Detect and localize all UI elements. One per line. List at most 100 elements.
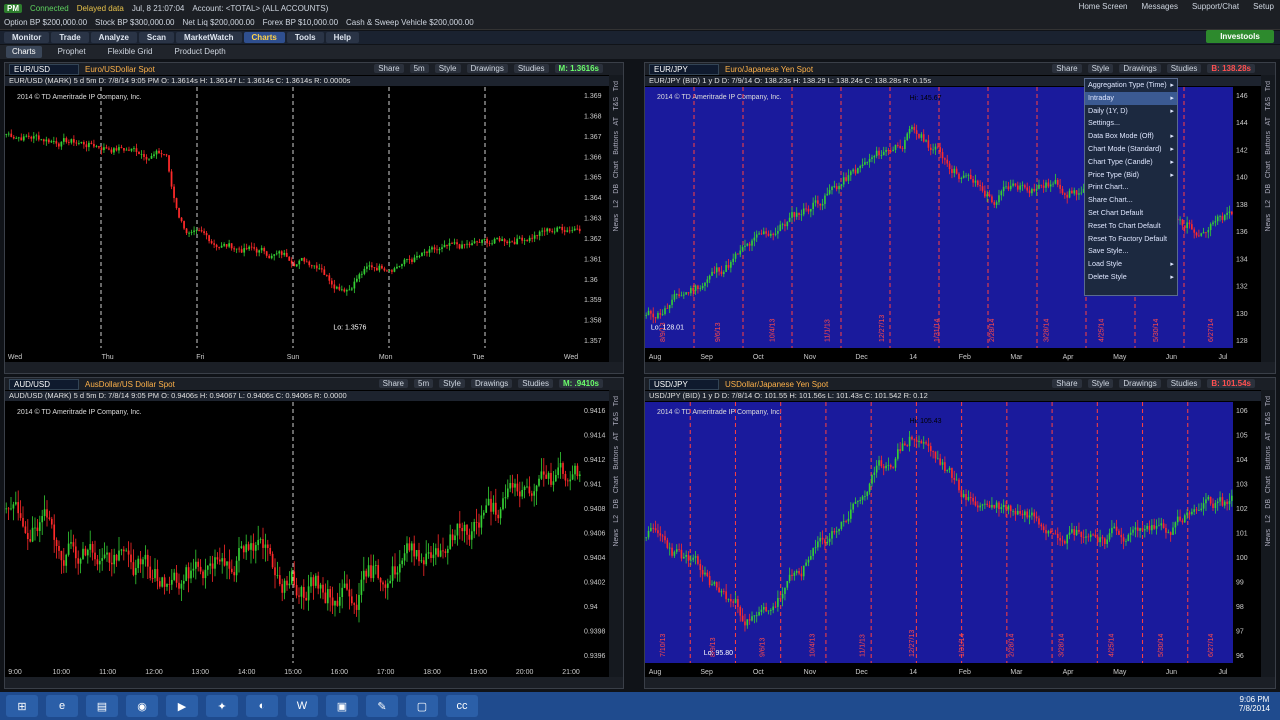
symbol-input[interactable]: USD/JPY	[649, 378, 719, 390]
tab-monitor[interactable]: Monitor	[4, 32, 50, 43]
side-tab-at[interactable]: AT	[613, 432, 620, 440]
media-player-icon[interactable]: ▶	[166, 695, 198, 717]
start-button-icon[interactable]: ⊞	[6, 695, 38, 717]
style-button[interactable]: Style	[434, 64, 461, 73]
account-selector[interactable]: Account: <TOTAL> (ALL ACCOUNTS)	[192, 4, 328, 13]
firefox-icon[interactable]: ◐	[246, 695, 278, 717]
symbol-input[interactable]: EUR/USD	[9, 63, 79, 75]
studies-button[interactable]: Studies	[1166, 64, 1202, 73]
side-tab-ts[interactable]: T&S	[613, 97, 620, 111]
menu-item-15[interactable]: Delete Style ▸	[1085, 271, 1177, 284]
window-icon[interactable]: ▢	[406, 695, 438, 717]
side-tab-db[interactable]: DB	[1265, 499, 1272, 509]
menu-item-14[interactable]: Load Style ▸	[1085, 258, 1177, 271]
style-button[interactable]: Style	[1087, 379, 1114, 388]
tab-tools[interactable]: Tools	[286, 32, 324, 43]
menu-item-7[interactable]: Price Type (Bid) ▸	[1085, 169, 1177, 182]
menu-item-8[interactable]: Print Chart...	[1085, 181, 1177, 194]
support-chat-button[interactable]: Support/Chat	[1192, 2, 1239, 11]
system-clock[interactable]: 9:06 PM 7/8/2014	[1239, 695, 1270, 713]
menu-item-13[interactable]: Save Style...	[1085, 245, 1177, 258]
tab-analyze[interactable]: Analyze	[90, 32, 137, 43]
menu-item-0[interactable]: Aggregation Type (Time) ▸	[1085, 79, 1177, 92]
subtab-charts[interactable]: Charts	[6, 46, 42, 58]
drawings-button[interactable]: Drawings	[1119, 64, 1161, 73]
menu-item-10[interactable]: Set Chart Default	[1085, 207, 1177, 220]
tab-help[interactable]: Help	[325, 32, 359, 43]
side-tab-db[interactable]: DB	[613, 184, 620, 194]
word-icon[interactable]: W	[286, 695, 318, 717]
side-tab-trd[interactable]: Trd	[1265, 81, 1272, 91]
studies-button[interactable]: Studies	[1166, 379, 1202, 388]
side-tab-chart[interactable]: Chart	[1265, 476, 1272, 493]
chart-scroll-bar[interactable]	[645, 362, 1275, 373]
cc-icon[interactable]: cc	[446, 695, 478, 717]
side-tab-news[interactable]: News	[613, 529, 620, 547]
side-tab-l2[interactable]: L2	[1265, 200, 1272, 208]
style-button[interactable]: Style	[439, 379, 465, 388]
ie-icon[interactable]: e	[46, 695, 78, 717]
price-chart[interactable]: 2014 © TD Ameritrade IP Company, Inc. 106…	[645, 402, 1263, 679]
side-tab-trd[interactable]: Trd	[613, 396, 620, 406]
menu-item-5[interactable]: Chart Mode (Standard) ▸	[1085, 143, 1177, 156]
subtab-flexible-grid[interactable]: Flexible Grid	[102, 46, 159, 58]
subtab-product-depth[interactable]: Product Depth	[169, 46, 232, 58]
side-tab-trd[interactable]: Trd	[613, 81, 620, 91]
menu-item-12[interactable]: Reset To Factory Default	[1085, 233, 1177, 246]
price-chart[interactable]: 2014 © TD Ameritrade IP Company, Inc. 1.3…	[5, 87, 611, 364]
app-icon[interactable]: ▣	[326, 695, 358, 717]
symbol-input[interactable]: EUR/JPY	[649, 63, 719, 75]
tab-charts[interactable]: Charts	[243, 32, 285, 43]
paint-icon[interactable]: ✎	[366, 695, 398, 717]
side-tab-db[interactable]: DB	[613, 499, 620, 509]
side-tab-chart[interactable]: Chart	[1265, 161, 1272, 178]
side-tab-news[interactable]: News	[1265, 214, 1272, 232]
side-tab-buttons[interactable]: Buttons	[1265, 131, 1272, 155]
menu-item-3[interactable]: Settings...	[1085, 117, 1177, 130]
menu-item-6[interactable]: Chart Type (Candle) ▸	[1085, 156, 1177, 169]
side-tab-news[interactable]: News	[1265, 529, 1272, 547]
studies-button[interactable]: Studies	[518, 379, 553, 388]
share-button[interactable]: Share	[378, 379, 409, 388]
side-tab-ts[interactable]: T&S	[1265, 97, 1272, 111]
investools-button[interactable]: Investools	[1206, 30, 1274, 43]
side-tab-at[interactable]: AT	[1265, 117, 1272, 125]
interval-button[interactable]: 5m	[414, 379, 434, 388]
messages-button[interactable]: Messages	[1141, 2, 1177, 11]
chart-scroll-bar[interactable]	[5, 362, 623, 373]
tab-trade[interactable]: Trade	[51, 32, 89, 43]
share-button[interactable]: Share	[374, 64, 404, 73]
home-screen-button[interactable]: Home Screen	[1079, 2, 1128, 11]
menu-item-4[interactable]: Data Box Mode (Off) ▸	[1085, 130, 1177, 143]
side-tab-l2[interactable]: L2	[1265, 515, 1272, 523]
drawings-button[interactable]: Drawings	[1119, 379, 1161, 388]
tab-marketwatch[interactable]: MarketWatch	[176, 32, 242, 43]
side-tab-l2[interactable]: L2	[613, 200, 620, 208]
side-tab-buttons[interactable]: Buttons	[613, 131, 620, 155]
side-tab-news[interactable]: News	[613, 214, 620, 232]
side-tab-db[interactable]: DB	[1265, 184, 1272, 194]
side-tab-chart[interactable]: Chart	[613, 161, 620, 178]
thinkorswim-icon[interactable]: ✦	[206, 695, 238, 717]
side-tab-ts[interactable]: T&S	[1265, 412, 1272, 426]
menu-item-2[interactable]: Daily (1Y, D) ▸	[1085, 105, 1177, 118]
share-button[interactable]: Share	[1052, 379, 1082, 388]
drawings-button[interactable]: Drawings	[470, 379, 513, 388]
menu-item-11[interactable]: Reset To Chart Default	[1085, 220, 1177, 233]
side-tab-at[interactable]: AT	[1265, 432, 1272, 440]
side-tab-chart[interactable]: Chart	[613, 476, 620, 493]
share-button[interactable]: Share	[1052, 64, 1082, 73]
tab-scan[interactable]: Scan	[138, 32, 175, 43]
side-tab-buttons[interactable]: Buttons	[613, 446, 620, 470]
menu-item-9[interactable]: Share Chart...	[1085, 194, 1177, 207]
studies-button[interactable]: Studies	[513, 64, 549, 73]
chrome-icon[interactable]: ◉	[126, 695, 158, 717]
setup-button[interactable]: Setup	[1253, 2, 1274, 11]
side-tab-buttons[interactable]: Buttons	[1265, 446, 1272, 470]
explorer-icon[interactable]: ▤	[86, 695, 118, 717]
subtab-prophet[interactable]: Prophet	[52, 46, 92, 58]
interval-button[interactable]: 5m	[409, 64, 429, 73]
price-chart[interactable]: 2014 © TD Ameritrade IP Company, Inc. 0.9…	[5, 402, 611, 679]
drawings-button[interactable]: Drawings	[466, 64, 508, 73]
side-tab-trd[interactable]: Trd	[1265, 396, 1272, 406]
